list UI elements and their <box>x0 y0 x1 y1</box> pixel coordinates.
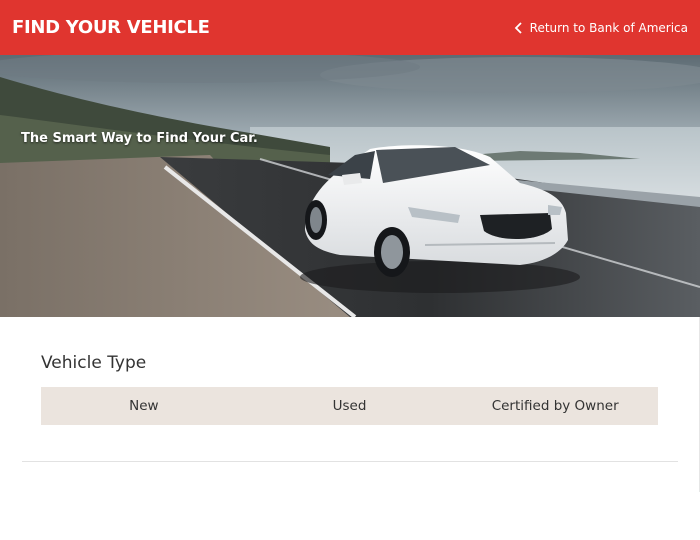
hero-tagline: The Smart Way to Find Your Car. <box>21 131 258 146</box>
hero-image <box>0 55 700 317</box>
section-divider <box>22 461 678 462</box>
vehicle-type-section: Vehicle Type New Used Certified by Owner <box>0 317 700 540</box>
header-bar: FIND YOUR VEHICLE Return to Bank of Amer… <box>0 0 700 55</box>
vehicle-type-selector: New Used Certified by Owner <box>41 387 658 425</box>
vehicle-type-certified[interactable]: Certified by Owner <box>452 387 658 425</box>
vehicle-type-heading: Vehicle Type <box>41 353 147 373</box>
return-link-label: Return to Bank of America <box>529 20 688 35</box>
page-title: FIND YOUR VEHICLE <box>12 17 210 38</box>
vehicle-type-used[interactable]: Used <box>247 387 453 425</box>
return-to-bank-link[interactable]: Return to Bank of America <box>514 21 688 35</box>
page: FIND YOUR VEHICLE Return to Bank of Amer… <box>0 0 700 540</box>
chevron-left-icon <box>514 21 522 34</box>
hero-banner: The Smart Way to Find Your Car. <box>0 55 700 317</box>
vehicle-type-new[interactable]: New <box>41 387 247 425</box>
